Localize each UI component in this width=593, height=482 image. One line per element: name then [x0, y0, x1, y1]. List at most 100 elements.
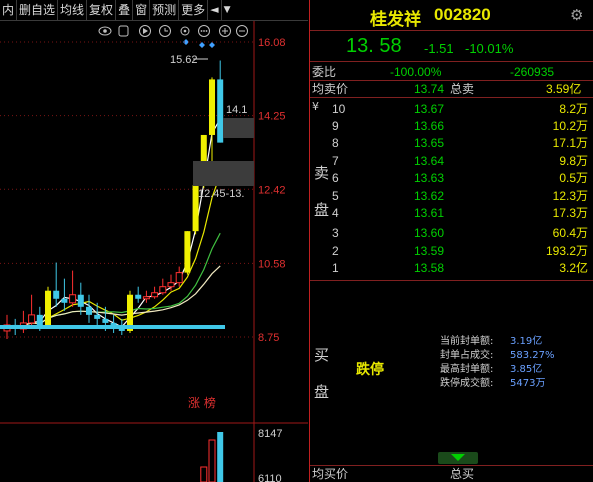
- sell-level-row[interactable]: 3 13.60 60.4万: [310, 225, 593, 241]
- sell-level-volume: 193.2万: [545, 244, 588, 258]
- sell-level-price: 13.59: [414, 244, 445, 258]
- sell-level-price: 13.62: [414, 189, 445, 203]
- candle-body: [217, 79, 224, 143]
- kline-chart[interactable]: 16.08 14.25 12.42 10.58 8.75 15.62 14.1 12.4…: [0, 21, 308, 482]
- stat-value: 3.19亿: [510, 336, 543, 347]
- sell-level-volume: 60.4万: [552, 226, 588, 240]
- price-tick-label: 8.75: [258, 332, 279, 344]
- stat-row: 最高封单额: 3.85亿: [440, 363, 555, 377]
- stock-code: 002820: [434, 5, 491, 24]
- stat-label: 跌停成交额:: [440, 378, 494, 389]
- candle-body: [94, 314, 101, 319]
- price-tick-label: 16.08: [258, 37, 286, 49]
- zoom-out-icon[interactable]: [236, 25, 248, 37]
- candle-body: [151, 292, 159, 298]
- price-tick-label: 10.58: [258, 258, 286, 270]
- stat-value: 3.85亿: [510, 364, 543, 375]
- candle-body: [53, 290, 60, 299]
- sell-level-index: 8: [332, 136, 339, 150]
- sell-level-index: 7: [332, 154, 339, 168]
- sell-level-row[interactable]: 6 13.63 0.5万: [310, 170, 593, 186]
- sell-level-volume: 17.1万: [552, 136, 588, 150]
- gap-box-upper: [223, 118, 254, 138]
- weibi-pct: -100.00%: [390, 65, 442, 79]
- gear-icon[interactable]: ⚙: [570, 6, 583, 24]
- time-icon[interactable]: [159, 25, 171, 37]
- sell-level-price: 13.66: [414, 119, 445, 133]
- avg-sell-label: 均卖价: [312, 82, 349, 96]
- quote-panel: 桂发祥 002820 ⚙ 13. 58 -1.51 -10.01% 委比 -10…: [309, 0, 593, 482]
- toolbar-item-moving-average[interactable]: 均线: [58, 0, 88, 20]
- stat-value: 583.27%: [510, 350, 555, 361]
- candle-body: [77, 294, 84, 307]
- buy-side-label-top: 买: [314, 346, 330, 364]
- buy-side-label-bottom: 盘: [314, 383, 330, 401]
- toolbar-item-forecast[interactable]: 预测: [150, 0, 180, 20]
- volume-axis-label-top: 8147: [258, 428, 282, 440]
- moving-average-lines: [6, 118, 221, 328]
- toolbar-item-overlay[interactable]: 叠: [116, 0, 134, 20]
- sell-level-row[interactable]: 2 13.59 193.2万: [310, 243, 593, 259]
- sell-level-row[interactable]: 5 13.62 12.3万: [310, 188, 593, 204]
- gap-range-label: 12.45-13.: [198, 188, 244, 200]
- sell-level-row[interactable]: 10 13.67 8.2万: [310, 101, 593, 117]
- stat-label: 最高封单额:: [440, 364, 494, 375]
- toolbar-item-more[interactable]: 更多: [179, 0, 209, 20]
- candle-body: [45, 290, 51, 327]
- stat-row: 跌停成交额: 5473万: [440, 377, 555, 391]
- zoom-in-icon[interactable]: [219, 25, 231, 37]
- dropdown-icon[interactable]: ▼: [222, 0, 233, 20]
- price-tick-label: 14.25: [258, 111, 286, 123]
- sell-level-volume: 12.3万: [552, 189, 588, 203]
- candle-body: [209, 79, 215, 135]
- hand-icon[interactable]: [118, 25, 129, 37]
- toolbar-item-window[interactable]: 窗: [133, 0, 151, 20]
- weibi-label: 委比: [312, 65, 337, 79]
- stat-label: 当前封单额:: [440, 336, 494, 347]
- sell-level-volume: 8.2万: [559, 102, 588, 116]
- total-buy-label: 总买: [450, 467, 475, 481]
- stat-row: 当前封单额: 3.19亿: [440, 335, 555, 349]
- exit-icon[interactable]: ◄: [208, 0, 222, 20]
- sell-level-price: 13.61: [414, 206, 445, 220]
- gap-box-lower: [193, 161, 254, 186]
- toolbar-item-inner[interactable]: 内: [0, 0, 18, 20]
- sell-level-index: 10: [332, 102, 346, 116]
- sell-level-price: 13.67: [414, 102, 445, 116]
- avg-sell-row: 均卖价 13.74 总卖 3.59亿: [310, 81, 593, 97]
- weibi-value: -260935: [510, 65, 555, 79]
- avg-buy-label: 均买价: [312, 467, 349, 481]
- candle-body: [184, 231, 191, 273]
- toolbar-item-remove-watchlist[interactable]: 删自选: [17, 0, 59, 20]
- settings-icon[interactable]: [180, 26, 190, 36]
- sell-level-row[interactable]: 4 13.61 17.3万: [310, 205, 593, 221]
- expand-toggle[interactable]: [438, 452, 478, 464]
- volume-bar: [217, 432, 224, 482]
- seal-order-stats: 当前封单额: 3.19亿 封单占成交: 583.27% 最高封单额: 3.85亿 跌停…: [440, 335, 555, 391]
- play-icon[interactable]: [139, 25, 151, 37]
- candle-body: [61, 298, 68, 303]
- stat-label: 封单占成交:: [440, 350, 494, 361]
- price-tick-label: 12.42: [258, 184, 286, 196]
- right-price-label: 14.1: [226, 104, 247, 116]
- candle-body: [102, 318, 109, 323]
- sell-level-volume: 3.2亿: [559, 261, 588, 275]
- weibi-row: 委比 -100.00% -260935: [310, 64, 593, 80]
- sell-level-index: 6: [332, 171, 339, 185]
- sell-level-row[interactable]: 9 13.66 10.2万: [310, 118, 593, 134]
- stat-value: 5473万: [510, 378, 546, 389]
- sell-level-row[interactable]: 8 13.65 17.1万: [310, 135, 593, 151]
- sell-level-row[interactable]: 1 13.58 3.2亿: [310, 260, 593, 276]
- total-sell-label: 总卖: [450, 82, 475, 96]
- candle-body: [167, 282, 175, 288]
- more-icon[interactable]: [198, 25, 210, 37]
- avg-buy-row: 均买价 总买: [310, 466, 593, 482]
- toolbar-item-adjust[interactable]: 复权: [87, 0, 117, 20]
- high-price-label: 15.62: [170, 54, 198, 66]
- sell-level-row[interactable]: 7 13.64 9.8万: [310, 153, 593, 169]
- sell-level-index: 1: [332, 261, 339, 275]
- price-axis-labels: 16.08 14.25 12.42 10.58 8.75: [258, 37, 286, 344]
- limit-tag: 涨 榜: [188, 395, 216, 410]
- eye-icon[interactable]: [98, 26, 112, 36]
- volume-bar: [208, 439, 216, 482]
